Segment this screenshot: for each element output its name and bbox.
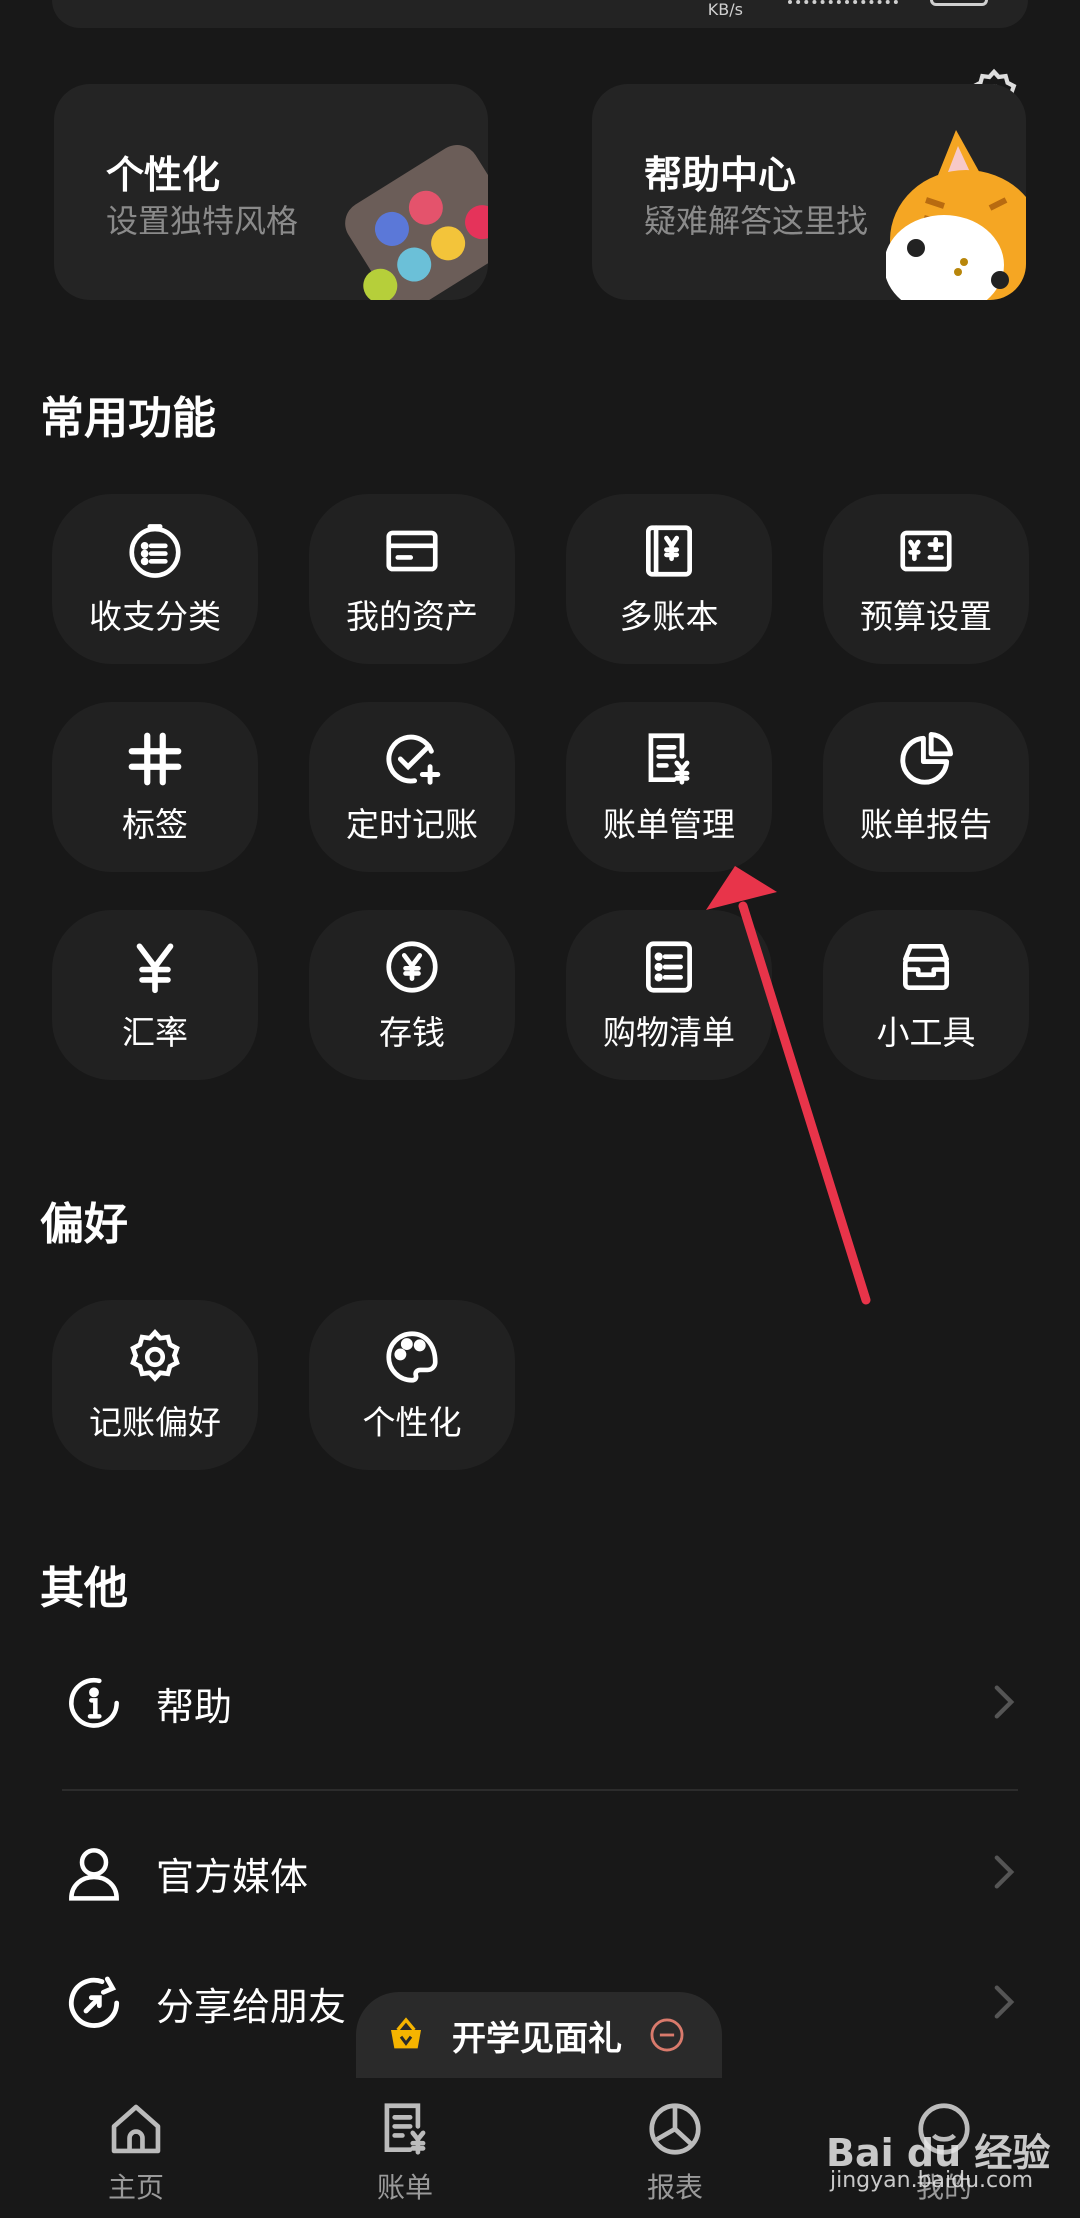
tab-label: 主页 xyxy=(107,2171,164,2204)
scheduled-check-icon xyxy=(386,734,441,785)
palette-illustration-icon xyxy=(345,145,488,300)
help-center-card-title: 帮助中心 xyxy=(644,153,797,197)
tile-label: 标签 xyxy=(122,805,188,844)
hashtag-icon xyxy=(128,732,182,786)
personalize-card[interactable]: 个性化 设置独特风格 xyxy=(54,84,488,300)
bill-icon xyxy=(384,2103,426,2155)
info-icon xyxy=(69,1678,119,1728)
card-icon xyxy=(386,530,438,572)
tile-label: 记账偏好 xyxy=(89,1403,221,1442)
tile-label: 个性化 xyxy=(362,1403,462,1442)
tile-bill-management[interactable]: 账单管理 xyxy=(566,702,772,872)
help-center-card-subtitle: 疑难解答这里找 xyxy=(644,202,869,240)
tiger-mascot-icon xyxy=(886,130,1026,300)
tile-label: 预算设置 xyxy=(860,597,992,636)
network-speed: KB/s xyxy=(707,0,743,19)
collapse-minus-icon[interactable] xyxy=(648,2016,686,2054)
tile-assets[interactable]: 我的资产 xyxy=(309,494,515,664)
promo-label: 开学见面礼 xyxy=(452,2018,622,2059)
tile-label: 账单管理 xyxy=(603,805,735,844)
tile-bill-report[interactable]: 账单报告 xyxy=(823,702,1029,872)
divider xyxy=(62,1789,1018,1791)
budget-icon xyxy=(900,530,952,572)
tile-label: 小工具 xyxy=(876,1013,976,1052)
signal-icon xyxy=(788,0,898,8)
toolbox-icon xyxy=(903,944,949,990)
report-icon xyxy=(649,2103,701,2155)
tile-label: 多账本 xyxy=(619,597,719,636)
preferences-heading: 偏好 xyxy=(40,1199,128,1250)
tab-reports[interactable]: 报表 xyxy=(605,2098,745,2206)
baidu-watermark-url: jingyan.baidu.com xyxy=(830,2168,1034,2193)
pie-report-icon xyxy=(900,732,953,785)
tile-label: 我的资产 xyxy=(346,597,478,636)
tile-label: 账单报告 xyxy=(860,805,992,844)
tile-bookkeeping-preferences[interactable]: 记账偏好 xyxy=(52,1300,258,1470)
chevron-right-icon xyxy=(994,1855,1015,1889)
personalize-card-title: 个性化 xyxy=(106,153,221,197)
tile-label: 购物清单 xyxy=(603,1013,735,1052)
tile-tools[interactable]: 小工具 xyxy=(823,910,1029,1080)
tile-personalize[interactable]: 个性化 xyxy=(309,1300,515,1470)
tile-exchange-rate[interactable]: 汇率 xyxy=(52,910,258,1080)
tile-scheduled[interactable]: 定时记账 xyxy=(309,702,515,872)
tab-label: 账单 xyxy=(376,2171,433,2204)
row-label: 分享给朋友 xyxy=(156,1984,347,2029)
tab-label: 报表 xyxy=(646,2171,703,2204)
person-icon xyxy=(69,1848,119,1901)
tile-budget[interactable]: 预算设置 xyxy=(823,494,1029,664)
tile-label: 定时记账 xyxy=(346,805,478,844)
battery-icon xyxy=(930,0,988,6)
share-icon xyxy=(68,1976,120,2028)
chevron-right-icon xyxy=(994,1685,1015,1719)
other-heading: 其他 xyxy=(40,1563,128,1614)
tile-label: 存钱 xyxy=(379,1013,445,1052)
gift-basket-icon xyxy=(391,2017,421,2049)
promo-banner[interactable]: 开学见面礼 xyxy=(356,1992,722,2078)
chevron-right-icon xyxy=(994,1985,1015,2019)
ledger-book-icon xyxy=(646,525,692,577)
tile-shopping-list[interactable]: 购物清单 xyxy=(566,910,772,1080)
personalize-card-subtitle: 设置独特风格 xyxy=(106,202,299,240)
bill-manage-icon xyxy=(648,733,690,785)
row-official-media[interactable]: 官方媒体 xyxy=(62,1818,1022,1928)
tile-label: 收支分类 xyxy=(89,597,221,636)
row-help[interactable]: 帮助 xyxy=(62,1648,1022,1758)
tile-label: 汇率 xyxy=(122,1013,188,1052)
tile-category[interactable]: 收支分类 xyxy=(52,494,258,664)
gear-icon xyxy=(130,1329,180,1382)
help-center-card[interactable]: 帮助中心 疑难解答这里找 xyxy=(592,84,1026,300)
tile-tags[interactable]: 标签 xyxy=(52,702,258,872)
common-functions-heading: 常用功能 xyxy=(40,393,216,444)
tab-bills[interactable]: 账单 xyxy=(335,2098,475,2206)
screen: KB/s 个性化 设置独特风格 帮助中心 疑难解答这里找 常用功能 收支分类 我… xyxy=(0,0,1080,2218)
palette-icon xyxy=(386,1331,438,1383)
row-label: 帮助 xyxy=(156,1684,233,1729)
tile-savings[interactable]: 存钱 xyxy=(309,910,515,1080)
status-bar: KB/s xyxy=(52,0,1028,28)
yen-icon xyxy=(136,943,174,994)
coin-icon xyxy=(386,941,438,993)
tile-multi-ledger[interactable]: 多账本 xyxy=(566,494,772,664)
category-list-icon xyxy=(129,524,181,578)
home-icon xyxy=(111,2104,161,2154)
row-label: 官方媒体 xyxy=(156,1854,309,1899)
tab-home[interactable]: 主页 xyxy=(66,2098,206,2206)
list-icon xyxy=(646,941,692,993)
